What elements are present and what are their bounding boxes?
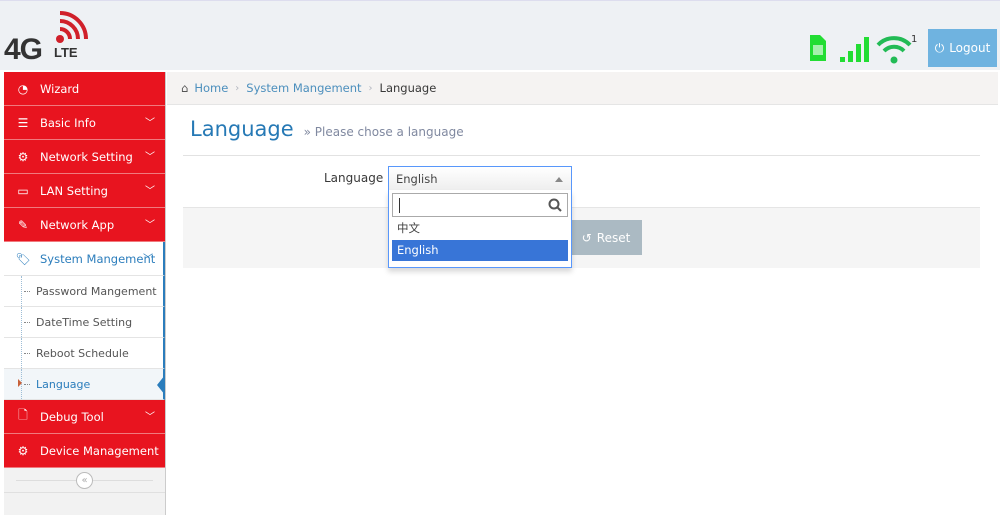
logout-button[interactable]: ⏻ Logout bbox=[928, 29, 997, 67]
monitor-icon: ▭ bbox=[17, 183, 29, 198]
sidebar-item-debug-tool[interactable]: 🗋 Debug Tool ﹀ bbox=[4, 400, 165, 434]
language-select[interactable]: English bbox=[388, 166, 572, 191]
header: 4G LTE 1 ⏻ Logout bbox=[0, 0, 1000, 70]
breadcrumb-home[interactable]: Home bbox=[194, 81, 228, 95]
chevron-down-icon: ﹀ bbox=[145, 220, 155, 231]
sidebar-item-basic-info[interactable]: ☰ Basic Info ﹀ bbox=[4, 106, 165, 140]
page-title: Language bbox=[190, 117, 294, 141]
wifi-client-count: 1 bbox=[911, 34, 918, 45]
page-header: Language » Please chose a language bbox=[190, 117, 464, 141]
edit-icon: ✎ bbox=[17, 217, 29, 232]
sim-card-icon bbox=[810, 35, 826, 61]
breadcrumb-section[interactable]: System Mangement bbox=[246, 81, 361, 95]
sidebar-collapse: « bbox=[4, 468, 165, 493]
sidebar-item-network-setting[interactable]: ⚙ Network Setting ﹀ bbox=[4, 140, 165, 174]
sidebar-item-network-app[interactable]: ✎ Network App ﹀ bbox=[4, 208, 165, 242]
cogs-icon: ⚙ bbox=[17, 443, 29, 458]
sidebar: ◔ Wizard ☰ Basic Info ﹀ ⚙ Network Setting ﹀ ▭… bbox=[4, 72, 166, 515]
chevron-down-icon: ﹀ bbox=[145, 412, 155, 423]
active-caret-icon bbox=[157, 375, 165, 395]
page-subtitle: » Please chose a language bbox=[303, 125, 464, 139]
language-dropdown: 中文 English bbox=[388, 190, 572, 268]
chevron-down-icon: ﹀ bbox=[145, 118, 155, 129]
power-icon: ⏻ bbox=[934, 40, 945, 55]
sidebar-item-system-mangement[interactable]: 🏷 System Mangement ﹀ bbox=[4, 242, 165, 276]
chevron-down-icon: ﹀ bbox=[145, 186, 155, 197]
signal-logo-icon bbox=[56, 11, 88, 43]
home-icon: ⌂ bbox=[181, 81, 189, 95]
reset-button[interactable]: ↺ Reset bbox=[570, 220, 642, 255]
dropdown-search-input[interactable] bbox=[392, 193, 568, 217]
active-arrow-icon bbox=[18, 379, 22, 387]
tag-icon: 🏷 bbox=[15, 251, 31, 266]
option-chinese[interactable]: 中文 bbox=[392, 217, 568, 238]
sidebar-subitem-reboot-schedule[interactable]: Reboot Schedule bbox=[4, 338, 165, 369]
undo-icon: ↺ bbox=[581, 230, 592, 245]
sidebar-item-lan-setting[interactable]: ▭ LAN Setting ﹀ bbox=[4, 174, 165, 208]
sidebar-item-wizard[interactable]: ◔ Wizard bbox=[4, 72, 165, 106]
sidebar-subitem-language[interactable]: Language bbox=[4, 369, 165, 400]
chevron-down-icon: ﹀ bbox=[143, 254, 153, 265]
list-icon: ☰ bbox=[17, 115, 29, 130]
language-label: Language bbox=[324, 171, 384, 185]
breadcrumb-separator: › bbox=[235, 82, 240, 94]
collapse-sidebar-button[interactable]: « bbox=[76, 472, 93, 489]
sidebar-subitem-password-mangement[interactable]: Password Mangement bbox=[4, 276, 165, 307]
breadcrumb: ⌂ Home › System Mangement › Language bbox=[167, 72, 998, 105]
dashboard-icon: ◔ bbox=[17, 81, 29, 96]
caret-up-icon bbox=[555, 177, 563, 182]
breadcrumb-separator: › bbox=[368, 82, 373, 94]
sidebar-item-device-management[interactable]: ⚙ Device Management bbox=[4, 434, 165, 468]
file-icon: 🗋 bbox=[18, 408, 28, 422]
logo: 4G LTE bbox=[4, 9, 94, 66]
gear-icon: ⚙ bbox=[17, 149, 29, 164]
chevron-down-icon: ﹀ bbox=[145, 152, 155, 163]
option-english[interactable]: English bbox=[392, 240, 568, 261]
sidebar-subitem-datetime-setting[interactable]: DateTime Setting bbox=[4, 307, 165, 338]
divider bbox=[183, 155, 980, 156]
search-icon bbox=[548, 198, 562, 212]
signal-bars-icon bbox=[840, 37, 869, 62]
breadcrumb-current: Language bbox=[379, 81, 437, 95]
wifi-icon bbox=[876, 36, 912, 64]
